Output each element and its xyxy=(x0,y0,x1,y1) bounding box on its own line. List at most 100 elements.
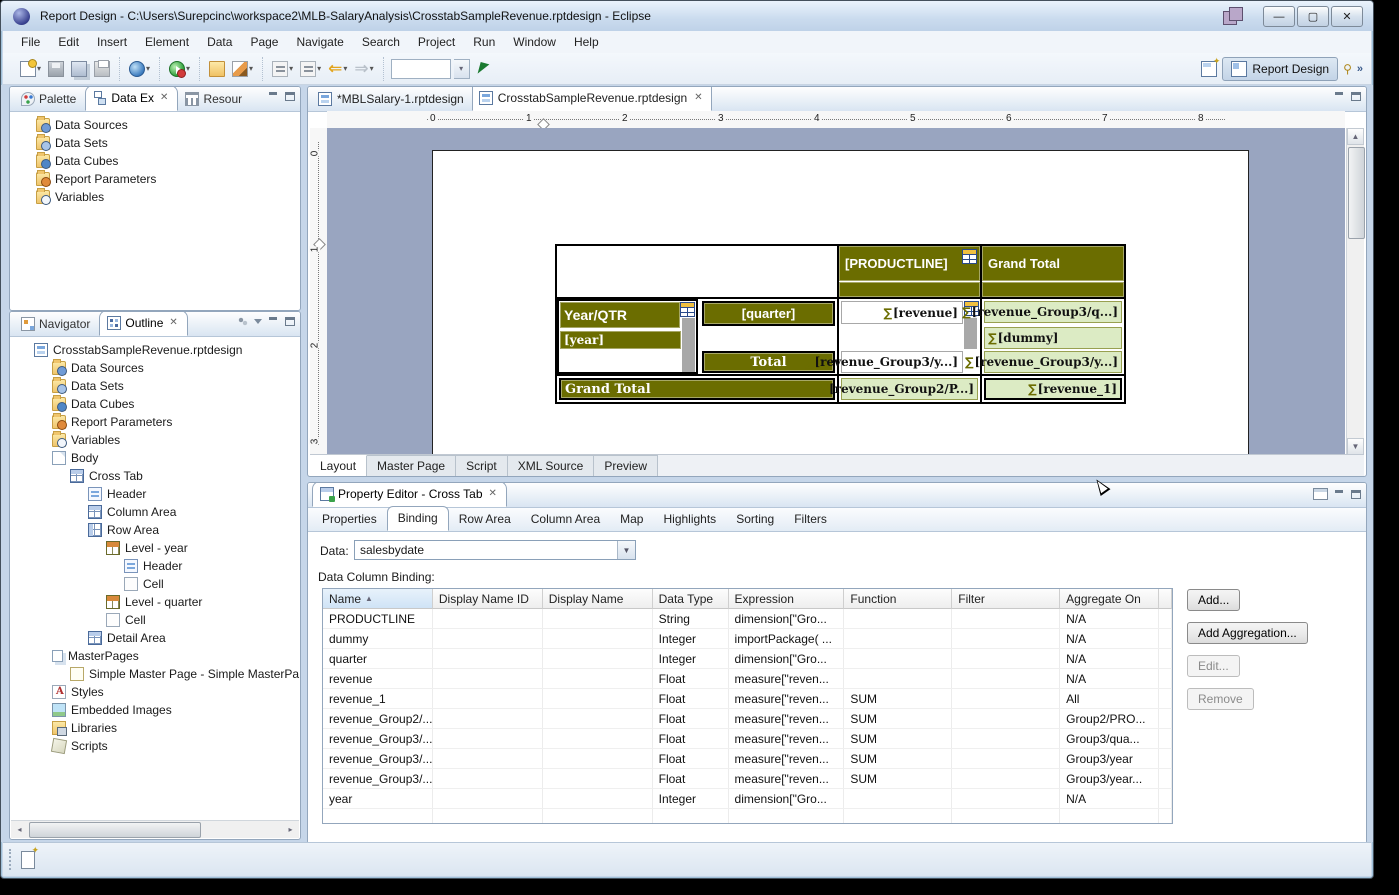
perspective-overflow-chevron[interactable]: » xyxy=(1357,63,1363,75)
crosstab-row-header-box[interactable]: Year/QTR [year] xyxy=(557,299,698,374)
cube-menu-icon[interactable] xyxy=(680,302,695,317)
scroll-left-arrow[interactable]: ◂ xyxy=(11,821,28,837)
scroll-down-arrow[interactable]: ▼ xyxy=(1347,438,1364,455)
tree-item-data-sets[interactable]: Data Sets xyxy=(20,377,300,395)
outline-horizontal-scrollbar[interactable]: ◂ ▸ xyxy=(11,820,299,838)
pointer-icon[interactable] xyxy=(477,62,489,76)
cell-grip[interactable] xyxy=(682,318,695,372)
crosstab[interactable]: [PRODUCTLINE] Grand Total Year/QTR xyxy=(555,244,1126,404)
tree-item-scripts[interactable]: Scripts xyxy=(20,737,300,755)
scroll-up-arrow[interactable]: ▲ xyxy=(1347,128,1364,145)
table-row[interactable]: revenue_Group2/...Floatmeasure["reven...… xyxy=(323,709,1172,729)
tree-item-cell[interactable]: Cell xyxy=(20,611,300,629)
revenue-1-cell[interactable]: ∑[revenue_1] xyxy=(984,378,1122,400)
tree-item-header[interactable]: Header xyxy=(20,485,300,503)
property-tab-sorting[interactable]: Sorting xyxy=(726,508,784,531)
minimize-editor-icon[interactable] xyxy=(1334,92,1345,101)
data-explorer-tab-data-ex[interactable]: Data Ex✕ xyxy=(85,86,178,111)
menu-item-help[interactable]: Help xyxy=(566,33,607,51)
page-tab-xml-source[interactable]: XML Source xyxy=(508,455,595,476)
save-all-button[interactable] xyxy=(69,59,89,79)
last-annotation-button[interactable]: ▾ xyxy=(270,59,295,79)
outline-tab-outline[interactable]: Outline✕ xyxy=(99,311,187,336)
cube-menu-icon[interactable] xyxy=(962,249,977,264)
view-dropdown-icon[interactable] xyxy=(254,319,262,324)
tree-item-data-sources[interactable]: Data Sources xyxy=(36,116,300,134)
tree-item-embedded-images[interactable]: Embedded Images xyxy=(20,701,300,719)
page-tab-master-page[interactable]: Master Page xyxy=(367,455,456,476)
cell-grip[interactable] xyxy=(964,318,977,349)
menu-item-edit[interactable]: Edit xyxy=(50,33,87,51)
save-button[interactable] xyxy=(46,59,66,79)
revenue-group2-p-cell[interactable]: ∑[revenue_Group2/P...] xyxy=(841,378,978,400)
tree-item-libraries[interactable]: Libraries xyxy=(20,719,300,737)
fast-view-tray-icon[interactable] xyxy=(21,851,35,869)
year-qtr-header[interactable]: Year/QTR xyxy=(560,302,680,328)
tree-item-simple-master-page-simple-masterpa[interactable]: Simple Master Page - Simple MasterPa xyxy=(20,665,300,683)
binding-table[interactable]: Name▲Display Name IDDisplay NameData Typ… xyxy=(322,588,1173,824)
tree-item-data-cubes[interactable]: Data Cubes xyxy=(20,395,300,413)
new-report-button[interactable]: ▾ xyxy=(18,59,43,79)
column-header-function[interactable]: Function xyxy=(844,589,952,609)
dummy-cell[interactable]: ∑[dummy] xyxy=(984,327,1122,349)
page-tab-layout[interactable]: Layout xyxy=(310,455,367,476)
back-button[interactable]: ⇐▾ xyxy=(326,60,349,78)
report-page[interactable]: [PRODUCTLINE] Grand Total Year/QTR xyxy=(432,150,1249,455)
view-menu-icon[interactable] xyxy=(238,317,248,326)
tree-item-crosstabsamplerevenue-rptdesign[interactable]: CrosstabSampleRevenue.rptdesign xyxy=(20,341,300,359)
tree-item-header[interactable]: Header xyxy=(20,557,300,575)
table-row[interactable]: yearIntegerdimension["Gro...N/A xyxy=(323,789,1172,809)
table-row[interactable]: revenue_Group3/...Floatmeasure["reven...… xyxy=(323,729,1172,749)
maximize-view-icon[interactable] xyxy=(1351,490,1361,499)
close-tab-icon[interactable]: ✕ xyxy=(169,317,177,328)
tree-item-data-sources[interactable]: Data Sources xyxy=(20,359,300,377)
table-row[interactable]: revenue_Group3/...Floatmeasure["reven...… xyxy=(323,769,1172,789)
editor-vertical-scrollbar[interactable]: ▲ ▼ xyxy=(1346,128,1364,455)
minimize-button[interactable]: — xyxy=(1263,6,1295,27)
pin-perspective-icon[interactable]: ⚲ xyxy=(1343,62,1352,76)
tree-item-variables[interactable]: Variables xyxy=(20,431,300,449)
report-canvas[interactable]: [PRODUCTLINE] Grand Total Year/QTR xyxy=(327,128,1345,455)
menu-item-page[interactable]: Page xyxy=(242,33,286,51)
run-report-button[interactable]: ▾ xyxy=(167,59,192,79)
maximize-button[interactable]: ▢ xyxy=(1297,6,1329,27)
report-design-perspective-button[interactable]: Report Design xyxy=(1222,57,1338,81)
open-perspective-icon[interactable] xyxy=(1201,61,1217,77)
title-bar[interactable]: Report Design - C:\Users\Surepcinc\works… xyxy=(1,1,1373,31)
maximize-editor-icon[interactable] xyxy=(1351,92,1361,101)
table-options-icon[interactable] xyxy=(1313,488,1328,500)
close-button[interactable]: ✕ xyxy=(1331,6,1363,27)
forward-button[interactable]: ⇒▾ xyxy=(352,60,375,78)
grand-total-row-header[interactable]: Grand Total xyxy=(559,378,835,400)
tree-item-level-year[interactable]: Level - year xyxy=(20,539,300,557)
tree-item-variables[interactable]: Variables xyxy=(36,188,300,206)
tree-item-report-parameters[interactable]: Report Parameters xyxy=(20,413,300,431)
open-resource-button[interactable] xyxy=(207,59,227,79)
column-header-aggregate-on[interactable]: Aggregate On xyxy=(1060,589,1159,609)
property-editor-title-tab[interactable]: Property Editor - Cross Tab ✕ xyxy=(312,482,507,507)
tree-item-column-area[interactable]: Column Area xyxy=(20,503,300,521)
crosstab-productline-header[interactable]: [PRODUCTLINE] xyxy=(839,246,980,281)
minimize-view-icon[interactable] xyxy=(1334,490,1345,499)
menu-item-file[interactable]: File xyxy=(13,33,48,51)
property-tab-map[interactable]: Map xyxy=(610,508,653,531)
table-row[interactable]: revenueFloatmeasure["reven...N/A xyxy=(323,669,1172,689)
menu-item-element[interactable]: Element xyxy=(137,33,197,51)
page-tab-preview[interactable]: Preview xyxy=(594,455,658,476)
revenue-group3-y-total-cell[interactable]: ∑[revenue_Group3/y...] xyxy=(984,351,1122,373)
table-row[interactable]: revenue_1Floatmeasure["reven...SUMAll xyxy=(323,689,1172,709)
quarter-header-cell[interactable]: [quarter] xyxy=(702,301,835,326)
editor-tab-crosstabsamplerevenue-rptdesign[interactable]: CrosstabSampleRevenue.rptdesign✕ xyxy=(472,86,712,111)
tree-item-row-area[interactable]: Row Area xyxy=(20,521,300,539)
tree-item-cell[interactable]: Cell xyxy=(20,575,300,593)
close-tab-icon[interactable]: ✕ xyxy=(160,92,168,103)
tree-item-data-cubes[interactable]: Data Cubes xyxy=(36,152,300,170)
table-row[interactable]: revenue_Group3/...Floatmeasure["reven...… xyxy=(323,749,1172,769)
close-tab-icon[interactable]: ✕ xyxy=(694,92,702,103)
crosstab-grandtotal-column-header[interactable]: Grand Total xyxy=(982,246,1124,281)
tree-item-body[interactable]: Body xyxy=(20,449,300,467)
column-header-expression[interactable]: Expression xyxy=(729,589,845,609)
minimize-view-icon[interactable] xyxy=(268,317,279,326)
menu-item-data[interactable]: Data xyxy=(199,33,240,51)
table-row[interactable]: PRODUCTLINEStringdimension["Gro...N/A xyxy=(323,609,1172,629)
